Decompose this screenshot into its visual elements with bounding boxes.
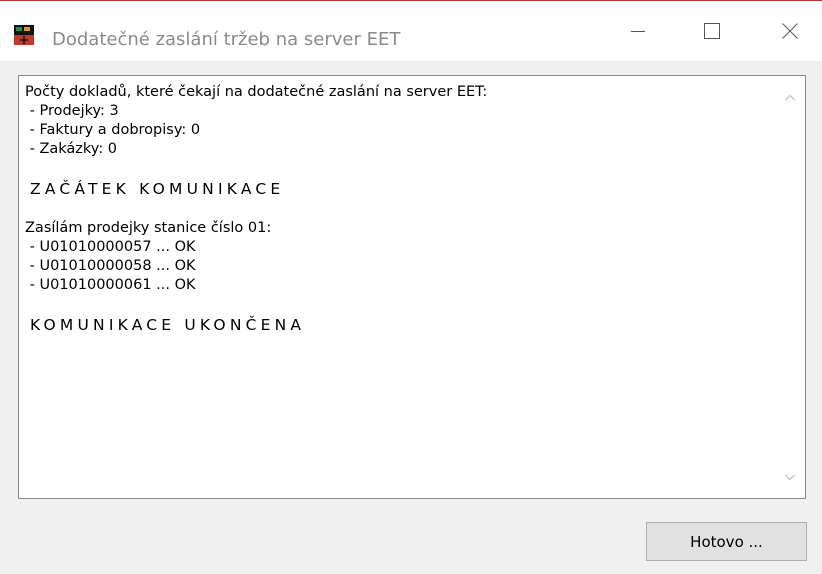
log-textarea[interactable]: Počty dokladů, které čekají na dodatečné… [18,75,806,499]
log-line-start: ZAČÁTEK KOMUNIKACE [30,180,285,198]
log-line-summary: Počty dokladů, které čekají na dodatečné… [25,84,488,100]
window-title: Dodatečné zaslání tržeb na server EET [52,29,401,50]
log-line-receipt-1: - U01010000057 ... OK [25,239,196,255]
log-spacer [25,159,773,178]
log-line-receipt-2: - U01010000058 ... OK [25,258,196,274]
log-spacer [25,200,773,219]
log-line-invoices: - Faktury a dobropisy: 0 [25,122,201,138]
log-line-receipt-3: - U01010000061 ... OK [25,277,196,293]
maximize-icon [704,23,720,39]
minimize-icon [631,24,645,38]
log-line-receipts: - Prodejky: 3 [25,103,119,119]
log-line-orders: - Zakázky: 0 [25,141,118,157]
close-button[interactable] [760,1,820,61]
close-icon [782,23,798,39]
scroll-down-icon[interactable] [785,468,795,486]
eet-app-icon [14,25,34,45]
scroll-up-icon[interactable] [785,88,795,106]
vertical-scrollbar[interactable] [776,76,805,498]
title-bar[interactable]: Dodatečné zaslání tržeb na server EET [0,1,822,61]
minimize-button[interactable] [608,1,668,61]
eet-dialog-window: Dodatečné zaslání tržeb na server EET Po… [0,0,822,574]
done-button[interactable]: Hotovo ... [646,522,807,561]
maximize-button[interactable] [682,1,742,61]
log-spacer [25,295,773,314]
log-line-sending: Zasílám prodejky stanice číslo 01: [25,220,272,236]
log-line-end: KOMUNIKACE UKONČENA [30,316,306,334]
log-text: Počty dokladů, které čekají na dodatečné… [25,83,773,336]
